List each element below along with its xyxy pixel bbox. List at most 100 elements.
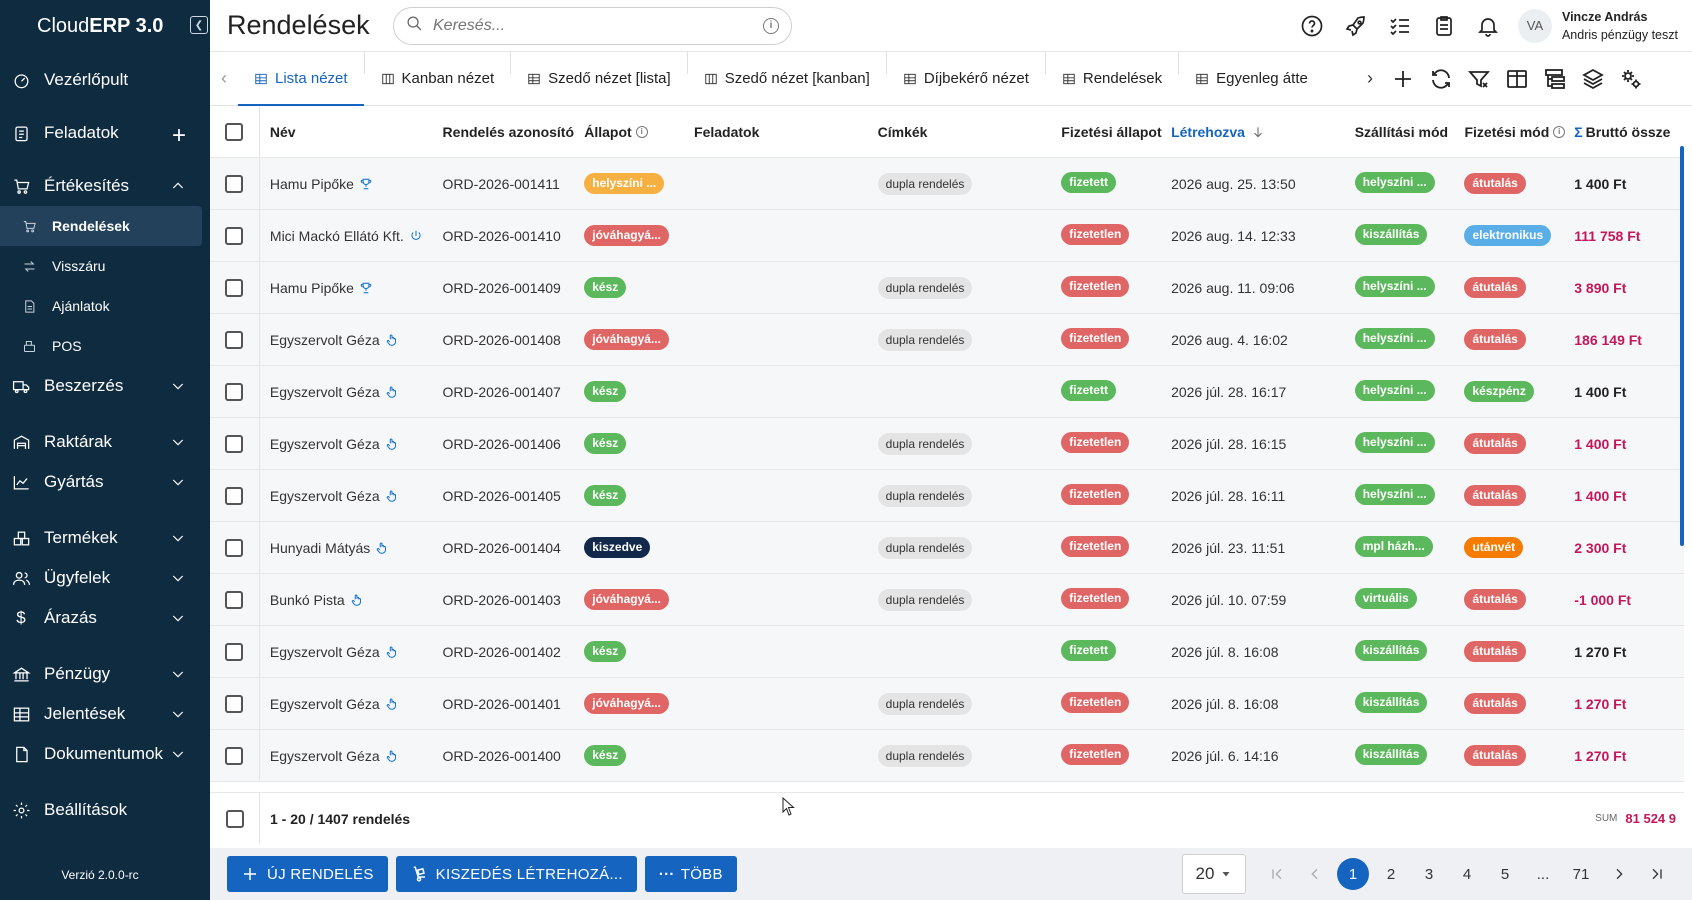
customer-name[interactable]: Egyszervolt Géza — [270, 488, 380, 504]
column-header-tasks[interactable]: Feladatok — [694, 124, 878, 140]
row-checkbox[interactable] — [225, 590, 244, 609]
cell-name[interactable]: Egyszervolt Géza — [260, 748, 443, 764]
refresh-icon[interactable] — [1422, 59, 1460, 99]
table-row[interactable]: Hunyadi Mátyás ORD-2026-001404 kiszedve dup… — [210, 522, 1684, 574]
sidebar-item-warehouses[interactable]: Raktárak — [0, 422, 210, 462]
row-checkbox[interactable] — [225, 642, 244, 661]
row-checkbox[interactable] — [225, 382, 244, 401]
page-4[interactable]: 4 — [1449, 858, 1485, 890]
table-row[interactable]: Hamu Pipőke ORD-2026-001409 kész dupla rend… — [210, 262, 1684, 314]
cell-name[interactable]: Egyszervolt Géza — [260, 384, 443, 400]
bell-icon[interactable] — [1466, 4, 1510, 48]
prev-page-icon[interactable] — [1297, 858, 1333, 890]
page-3[interactable]: 3 — [1411, 858, 1447, 890]
table-row[interactable]: Hamu Pipőke ORD-2026-001411 helyszíni ... d… — [210, 158, 1684, 210]
customer-name[interactable]: Egyszervolt Géza — [270, 748, 380, 764]
vertical-scrollbar[interactable] — [1680, 146, 1684, 546]
row-checkbox[interactable] — [225, 174, 244, 193]
column-header-name[interactable]: Név — [260, 124, 443, 140]
collapse-sidebar-icon[interactable]: ❮ — [190, 16, 208, 34]
column-header-shipping[interactable]: Szállítási mód — [1355, 124, 1465, 140]
cell-name[interactable]: Egyszervolt Géza — [260, 488, 443, 504]
customer-name[interactable]: Egyszervolt Géza — [270, 436, 380, 452]
customer-name[interactable]: Hunyadi Mátyás — [270, 540, 370, 556]
sidebar-item-quotes[interactable]: Ajánlatok — [0, 286, 210, 326]
sidebar-item-products[interactable]: Termékek — [0, 518, 210, 558]
customer-name[interactable]: Hamu Pipőke — [270, 176, 354, 192]
cell-name[interactable]: Egyszervolt Géza — [260, 332, 443, 348]
customer-name[interactable]: Egyszervolt Géza — [270, 332, 380, 348]
help-icon[interactable] — [1290, 4, 1334, 48]
table-row[interactable]: Egyszervolt Géza ORD-2026-001402 kész fizet… — [210, 626, 1684, 678]
table-row[interactable]: Egyszervolt Géza ORD-2026-001405 kész dupla… — [210, 470, 1684, 522]
create-picking-button[interactable]: KISZEDÉS LÉTREHOZÁ... — [395, 856, 637, 892]
sidebar-item-sales[interactable]: Értékesítés — [0, 166, 210, 206]
table-row[interactable]: Egyszervolt Géza ORD-2026-001408 jóváhagyá… — [210, 314, 1684, 366]
cell-name[interactable]: Bunkó Pista — [260, 592, 443, 608]
column-header-payment-method[interactable]: Fizetési mód i — [1464, 124, 1574, 140]
cell-name[interactable]: Egyszervolt Géza — [260, 696, 443, 712]
table-row[interactable]: Egyszervolt Géza ORD-2026-001407 kész fizet… — [210, 366, 1684, 418]
sidebar-item-customers[interactable]: Ügyfelek — [0, 558, 210, 598]
sidebar-item-settings[interactable]: Beállítások — [0, 790, 210, 830]
row-checkbox[interactable] — [225, 694, 244, 713]
search-box[interactable]: i — [393, 6, 792, 45]
layers-icon[interactable] — [1574, 59, 1612, 99]
customer-name[interactable]: Egyszervolt Géza — [270, 696, 380, 712]
sidebar-item-orders[interactable]: Rendelések — [0, 206, 202, 246]
tabs-scroll-left-icon[interactable]: ‹ — [210, 52, 238, 106]
tab-list-view[interactable]: Lista nézet — [238, 52, 364, 106]
tab-kanban-view[interactable]: Kanban nézet — [365, 52, 511, 106]
page-1[interactable]: 1 — [1337, 858, 1369, 890]
tree-view-icon[interactable] — [1536, 59, 1574, 99]
settings-cogs-icon[interactable] — [1612, 59, 1650, 99]
row-checkbox[interactable] — [225, 746, 244, 765]
add-task-icon[interactable]: + — [172, 122, 186, 150]
page-2[interactable]: 2 — [1373, 858, 1409, 890]
clipboard-icon[interactable] — [1422, 4, 1466, 48]
cell-name[interactable]: Hamu Pipőke — [260, 280, 443, 296]
sidebar-item-documents[interactable]: Dokumentumok — [0, 734, 210, 774]
next-page-icon[interactable] — [1601, 858, 1637, 890]
table-row[interactable]: Egyszervolt Géza ORD-2026-001401 jóváhagyá… — [210, 678, 1684, 730]
customer-name[interactable]: Egyszervolt Géza — [270, 384, 380, 400]
customer-name[interactable]: Egyszervolt Géza — [270, 644, 380, 660]
sidebar-item-purchasing[interactable]: Beszerzés — [0, 366, 210, 406]
rocket-icon[interactable] — [1334, 4, 1378, 48]
add-icon[interactable] — [1384, 59, 1422, 99]
row-checkbox[interactable] — [225, 538, 244, 557]
brand-logo[interactable]: Cloud ERP 3.0 ❮ — [0, 0, 210, 52]
columns-icon[interactable] — [1498, 59, 1536, 99]
cell-name[interactable]: Hamu Pipőke — [260, 176, 443, 192]
row-checkbox[interactable] — [225, 434, 244, 453]
sidebar-item-pos[interactable]: POS — [0, 326, 210, 366]
sidebar-item-finance[interactable]: Pénzügy — [0, 654, 210, 694]
cell-name[interactable]: Hunyadi Mátyás — [260, 540, 443, 556]
row-checkbox[interactable] — [225, 226, 244, 245]
customer-name[interactable]: Mici Mackó Ellátó Kft. — [270, 228, 404, 244]
table-row[interactable]: Egyszervolt Géza ORD-2026-001400 kész dupla… — [210, 730, 1684, 782]
column-header-state[interactable]: Állapot i — [584, 124, 694, 140]
cell-name[interactable]: Egyszervolt Géza — [260, 436, 443, 452]
checklist-icon[interactable] — [1378, 4, 1422, 48]
sidebar-item-reports[interactable]: Jelentések — [0, 694, 210, 734]
info-icon[interactable]: i — [635, 125, 648, 138]
row-checkbox[interactable] — [225, 330, 244, 349]
info-icon[interactable]: i — [1553, 125, 1566, 138]
column-header-tags[interactable]: Címkék — [878, 124, 1062, 140]
customer-name[interactable]: Bunkó Pista — [270, 592, 345, 608]
page-5[interactable]: 5 — [1487, 858, 1523, 890]
table-row[interactable]: Bunkó Pista ORD-2026-001403 jóváhagyá... du… — [210, 574, 1684, 626]
filter-icon[interactable] — [1460, 59, 1498, 99]
row-checkbox[interactable] — [225, 486, 244, 505]
sidebar-item-pricing[interactable]: $ Árazás — [0, 598, 210, 638]
user-menu[interactable]: VA Vincze András Andris pénzügy teszt — [1517, 8, 1678, 44]
row-checkbox[interactable] — [225, 278, 244, 297]
select-all-checkbox[interactable] — [225, 122, 244, 141]
cell-name[interactable]: Egyszervolt Géza — [260, 644, 443, 660]
sidebar-item-returns[interactable]: Visszáru — [0, 246, 210, 286]
cell-name[interactable]: Mici Mackó Ellátó Kft. — [260, 228, 443, 244]
tab-picker-list[interactable]: Szedő nézet [lista] — [511, 52, 687, 106]
tab-proforma-view[interactable]: Díjbekérő nézet — [887, 52, 1045, 106]
column-header-payment-state[interactable]: Fizetési állapot — [1061, 124, 1171, 140]
